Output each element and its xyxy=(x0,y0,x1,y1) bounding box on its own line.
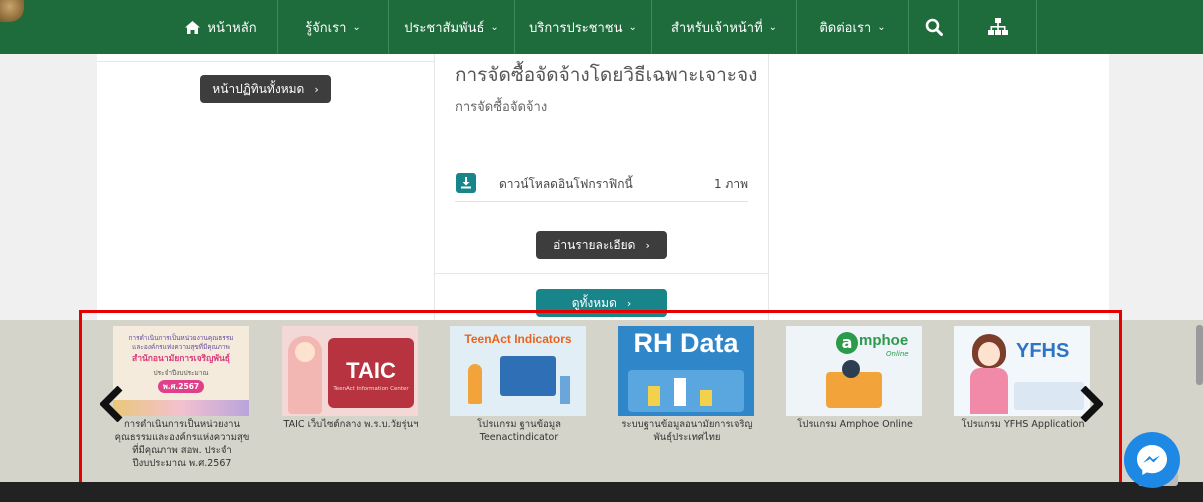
site-logo[interactable] xyxy=(0,0,24,22)
highlight-box xyxy=(79,310,1122,490)
read-more-label: อ่านรายละเอียด xyxy=(553,237,636,252)
divider xyxy=(97,61,434,62)
messenger-icon xyxy=(1137,445,1167,475)
nav-item-about[interactable]: รู้จักเรา ⌄ xyxy=(278,0,389,54)
nav-label-staff: สำหรับเจ้าหน้าที่ xyxy=(670,20,763,36)
scrollbar[interactable] xyxy=(1196,325,1203,385)
right-panel xyxy=(769,54,1109,320)
infographic-title[interactable]: การจัดซื้อจัดจ้างโดยวิธีเฉพาะเจาะจง xyxy=(455,60,757,90)
home-icon xyxy=(185,20,201,34)
chevron-down-icon: ⌄ xyxy=(768,21,778,33)
download-row[interactable]: ดาวน์โหลดอินโฟกราฟิกนี้ 1 ภาพ xyxy=(455,170,748,202)
chevron-right-icon: › xyxy=(626,296,632,310)
chevron-right-icon: › xyxy=(645,238,650,252)
infographic-category: การจัดซื้อจัดจ้าง xyxy=(455,100,548,115)
sitemap-button[interactable] xyxy=(959,0,1037,54)
messenger-chat-button[interactable] xyxy=(1124,432,1180,488)
chevron-down-icon: ⌄ xyxy=(490,21,499,33)
download-label: ดาวน์โหลดอินโฟกราฟิกนี้ xyxy=(499,177,633,191)
nav-label-home: หน้าหลัก xyxy=(207,20,257,36)
nav-label-services: บริการประชาชน xyxy=(529,20,623,36)
nav-item-news[interactable]: ประชาสัมพันธ์ ⌄ xyxy=(389,0,515,54)
top-navigation: หน้าหลัก รู้จักเรา ⌄ ประชาสัมพันธ์ ⌄ บริกา… xyxy=(0,0,1203,54)
divider xyxy=(434,273,769,274)
nav-item-contact[interactable]: ติดต่อเรา ⌄ xyxy=(797,0,909,54)
footer xyxy=(0,482,1203,502)
chevron-down-icon: ⌄ xyxy=(352,21,361,33)
all-activities-button[interactable]: หน้าปฏิทินทั้งหมด › xyxy=(200,75,331,103)
chevron-right-icon: › xyxy=(314,82,319,96)
sitemap-icon xyxy=(987,18,1008,36)
chevron-down-icon: ⌄ xyxy=(628,21,637,33)
search-icon xyxy=(925,18,943,36)
download-icon xyxy=(456,173,476,193)
nav-label-about: รู้จักเรา xyxy=(305,20,347,36)
download-count: 1 ภาพ xyxy=(713,177,748,191)
nav-item-staff[interactable]: สำหรับเจ้าหน้าที่ ⌄ xyxy=(652,0,797,54)
nav-item-services[interactable]: บริการประชาชน ⌄ xyxy=(515,0,652,54)
all-activities-label: หน้าปฏิทินทั้งหมด xyxy=(212,81,305,96)
nav-label-news: ประชาสัมพันธ์ xyxy=(404,20,485,36)
nav-item-home[interactable]: หน้าหลัก xyxy=(165,0,278,54)
search-button[interactable] xyxy=(909,0,959,54)
chevron-down-icon: ⌄ xyxy=(877,21,886,33)
read-more-button[interactable]: อ่านรายละเอียด › xyxy=(536,231,667,259)
nav-label-contact: ติดต่อเรา xyxy=(819,20,872,36)
